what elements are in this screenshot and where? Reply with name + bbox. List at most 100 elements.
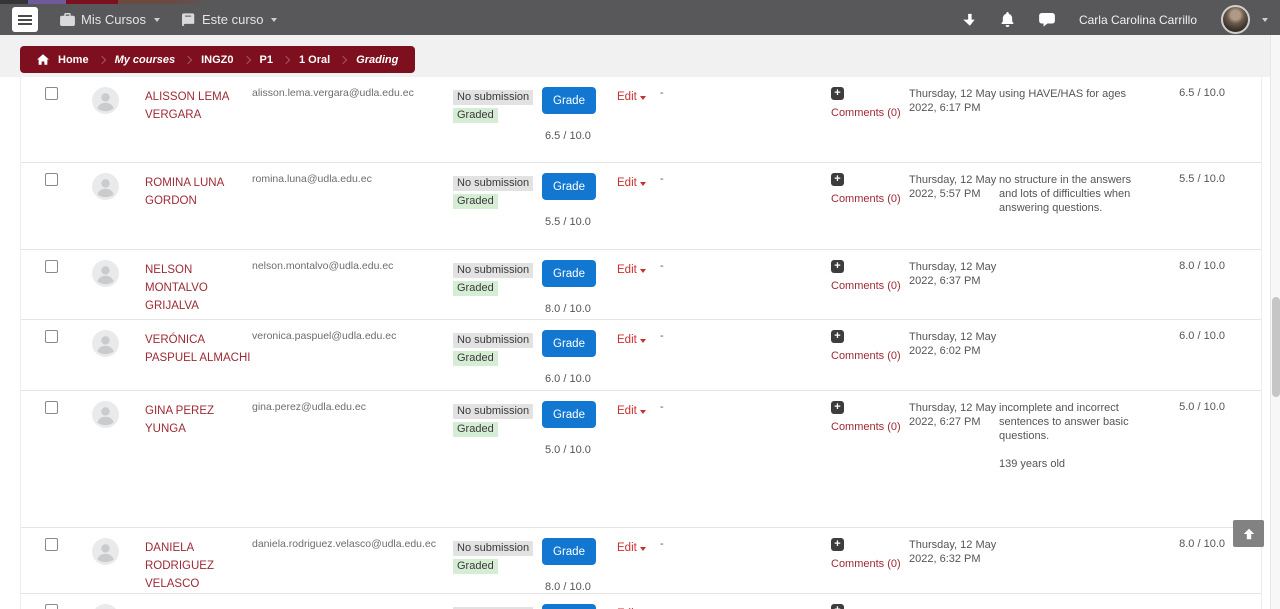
book-icon [182,13,196,26]
grade-button[interactable]: Grade [542,604,596,609]
nav-este-curso[interactable]: Este curso [182,12,277,27]
add-comment-icon[interactable]: + [831,260,844,273]
user-avatar[interactable] [1221,5,1250,34]
breadcrumb-my-courses[interactable]: My courses [115,54,176,66]
last-modified-grade: Thursday, 12 May 2022, 6:17 PM [909,77,999,162]
add-comment-icon[interactable]: + [831,401,844,414]
breadcrumb-p1[interactable]: P1 [260,54,273,66]
caret-down-icon [640,339,646,343]
scroll-to-top-button[interactable] [1233,520,1264,547]
student-name-link[interactable]: GINA PEREZ YUNGA [145,405,214,435]
row-select-checkbox[interactable] [45,401,58,414]
caret-down-icon [154,18,160,22]
grade-value: 8.0 / 10.0 [542,303,617,315]
edit-menu[interactable]: Edit [617,334,646,346]
nav-label: Mis Cursos [81,12,146,27]
last-modified-grade: Thursday, 12 May 2022, 6:32 PM [909,528,999,593]
student-name-link[interactable]: DANIELA RODRIGUEZ VELASCO [145,542,214,590]
edit-label: Edit [617,264,637,276]
student-email: romina.luna@udla.edu.ec [252,163,453,249]
row-select-checkbox[interactable] [45,538,58,551]
last-modified-grade [909,594,999,609]
edit-menu[interactable]: Edit [617,264,646,276]
chat-icon[interactable] [1039,13,1055,27]
comments-link[interactable]: Comments (0) [831,280,901,292]
grade-button[interactable]: Grade [542,538,596,565]
grade-button[interactable]: Grade [542,260,596,287]
student-email: nelson.montalvo@udla.edu.ec [252,250,453,319]
chevron-right-icon [97,55,105,63]
status-graded: Graded [453,559,498,574]
submission-status: No submission Graded [453,391,542,527]
student-avatar [92,320,145,390]
student-avatar [92,594,145,609]
arrow-up-icon [1242,527,1256,541]
edit-label: Edit [617,91,637,103]
download-arrow-icon[interactable] [962,13,976,27]
comments-link[interactable]: Comments (0) [831,421,901,433]
row-select-checkbox[interactable] [45,87,58,100]
edit-menu[interactable]: Edit [617,405,646,417]
last-modified-submission: - [660,77,831,162]
breadcrumb-home[interactable]: Home [58,54,89,66]
comments-link[interactable]: Comments (0) [831,558,901,570]
student-email [252,594,453,609]
last-modified-submission: - [660,391,831,527]
last-modified-submission: - [660,594,831,609]
student-name-link[interactable]: NELSON MONTALVO GRIJALVA [145,264,208,312]
scrollbar-track[interactable] [1270,35,1280,609]
add-comment-icon[interactable]: + [831,173,844,186]
last-modified-grade: Thursday, 12 May 2022, 6:02 PM [909,320,999,390]
person-icon [92,87,119,114]
status-no-submission: No submission [453,90,533,105]
add-comment-icon[interactable]: + [831,330,844,343]
caret-down-icon [640,269,646,273]
grade-button[interactable]: Grade [542,330,596,357]
user-name: Carla Carolina Carrillo [1079,13,1197,27]
nav-mis-cursos[interactable]: Mis Cursos [60,12,160,27]
status-graded: Graded [453,422,498,437]
add-comment-icon[interactable]: + [831,87,844,100]
person-icon [92,538,119,565]
edit-menu[interactable]: Edit [617,91,646,103]
add-comment-icon[interactable]: + [831,538,844,551]
home-icon[interactable] [37,54,49,65]
student-avatar [92,250,145,319]
submission-status: No submission Graded [453,528,542,593]
status-no-submission: No submission [453,333,533,348]
student-email: veronica.paspuel@udla.edu.ec [252,320,453,390]
row-select-checkbox[interactable] [45,260,58,273]
student-name-link[interactable]: ALISSON LEMA VERGARA [145,91,229,121]
grade-button[interactable]: Grade [542,173,596,200]
user-menu-caret-icon[interactable] [1262,18,1268,22]
comments-link[interactable]: Comments (0) [831,350,901,362]
add-comment-icon[interactable]: + [831,604,844,609]
submission-status: No submission Graded [453,250,542,319]
student-name-link[interactable]: VERÓNICA PASPUEL ALMACHI [145,334,250,364]
breadcrumb-grading[interactable]: Grading [356,54,398,66]
row-select-checkbox[interactable] [45,173,58,186]
breadcrumb-band: Home My courses INGZ0 P1 1 Oral Grading [0,35,1280,77]
breadcrumb: Home My courses INGZ0 P1 1 Oral Grading [20,46,415,73]
status-graded: Graded [453,108,498,123]
breadcrumb-1-oral[interactable]: 1 Oral [299,54,330,66]
comments-link[interactable]: Comments (0) [831,193,901,205]
edit-menu[interactable]: Edit [617,542,646,554]
scrollbar-thumb[interactable] [1272,297,1280,397]
table-row: No submission Graded Grade Edit - + Comm… [21,593,1261,609]
grade-button[interactable]: Grade [542,87,596,114]
breadcrumb-ingz0[interactable]: INGZ0 [201,54,233,66]
row-select-checkbox[interactable] [45,330,58,343]
chevron-right-icon [282,55,290,63]
caret-down-icon [640,182,646,186]
student-name-link[interactable]: ROMINA LUNA GORDON [145,177,224,207]
edit-menu[interactable]: Edit [617,177,646,189]
menu-toggle-button[interactable] [12,7,38,32]
bell-icon[interactable] [1000,12,1015,27]
grade-button[interactable]: Grade [542,401,596,428]
table-row: VERÓNICA PASPUEL ALMACHI veronica.paspue… [21,319,1261,390]
row-select-checkbox[interactable] [45,604,58,609]
student-avatar [92,163,145,249]
grading-table-body: ALISSON LEMA VERGARA alisson.lema.vergar… [21,77,1261,609]
comments-link[interactable]: Comments (0) [831,107,901,119]
